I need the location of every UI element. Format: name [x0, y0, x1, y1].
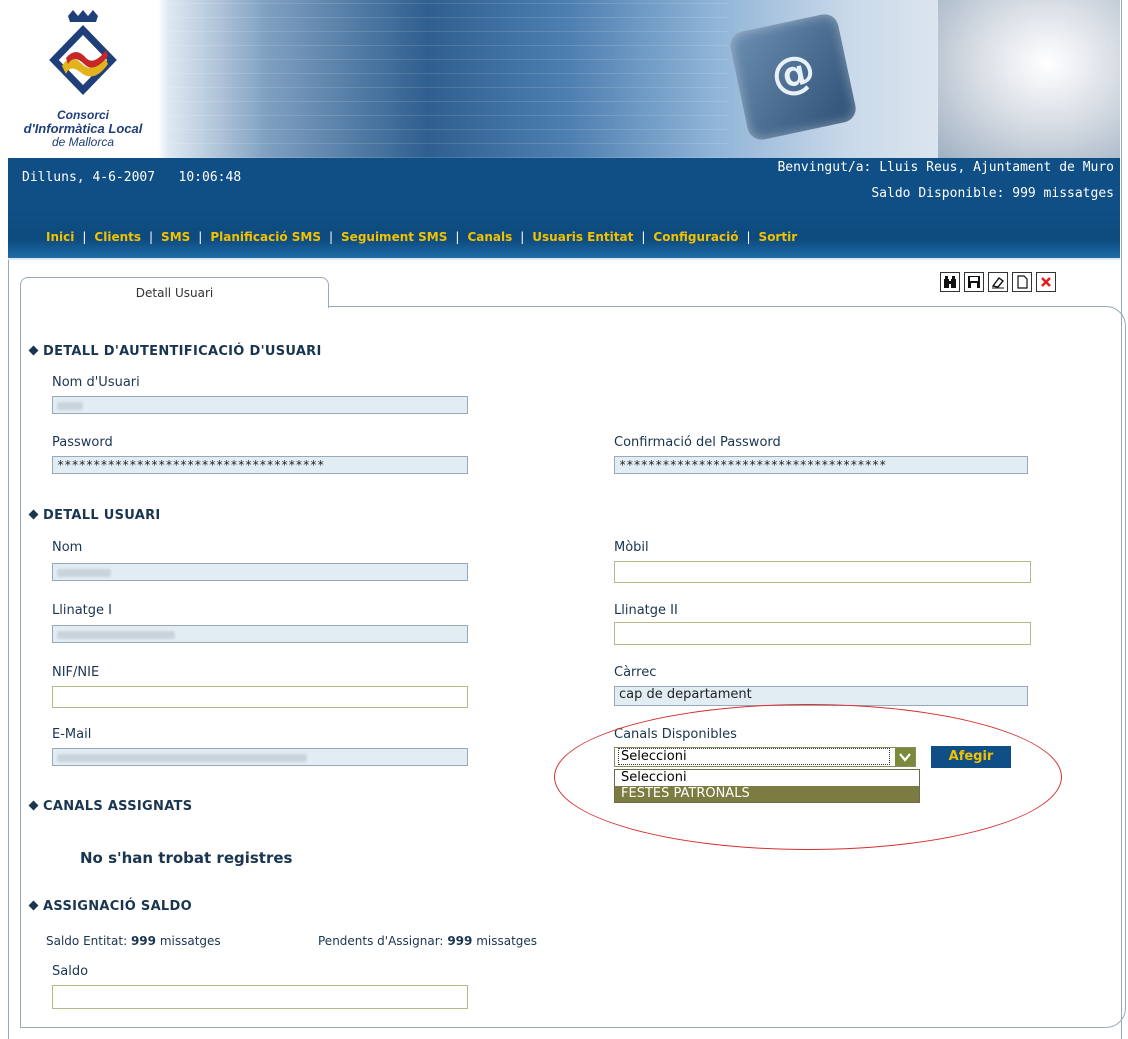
section-auth: DETALL D'AUTENTIFICACIÓ D'USUARI: [28, 344, 322, 359]
delete-icon[interactable]: [1036, 272, 1056, 292]
section-saldo: ASSIGNACIÓ SALDO: [28, 899, 192, 914]
llinatge1-field[interactable]: [52, 625, 468, 643]
pendents-label: Pendents d'Assignar:: [318, 934, 444, 948]
section-assigned: CANALS ASSIGNATS: [28, 799, 193, 814]
saldo-entitat: Saldo Entitat: 999 missatges: [46, 934, 221, 948]
logo-text-1: Consorci: [56, 108, 109, 122]
bullet-icon: [28, 900, 39, 911]
nom-label: Nom: [52, 540, 83, 555]
content-panel: [20, 306, 1126, 1028]
eraser-icon[interactable]: [988, 272, 1008, 292]
carrec-field[interactable]: cap de departament: [614, 686, 1028, 706]
menu-item-sortir[interactable]: Sortir: [759, 230, 798, 244]
highlight-ellipse: [554, 704, 1062, 850]
password-label: Password: [52, 435, 113, 450]
section-user: DETALL USUARI: [28, 508, 161, 523]
menu-separator: |: [82, 230, 87, 244]
banner-map-pattern: [168, 0, 728, 158]
saldo-field[interactable]: [52, 985, 468, 1009]
logo-text-3: de Mallorca: [51, 135, 115, 149]
menu-separator: |: [520, 230, 525, 244]
nif-label: NIF/NIE: [52, 665, 100, 680]
confirm-password-label: Confirmació del Password: [614, 435, 781, 450]
section-user-title: DETALL USUARI: [43, 508, 161, 523]
confirm-password-field[interactable]: *************************************: [614, 456, 1028, 474]
date-time: Dilluns, 4-6-2007 10:06:48: [22, 170, 242, 185]
pendents-unit: missatges: [476, 934, 538, 948]
menu-item-inici[interactable]: Inici: [46, 230, 74, 244]
main-menu: Inici | Clients | SMS | Planificació SMS | Segui…: [46, 230, 797, 244]
llinatge2-field[interactable]: [614, 622, 1031, 645]
menu-separator: |: [746, 230, 751, 244]
menu-item-clients[interactable]: Clients: [94, 230, 141, 244]
menu-item-usuaris-entitat[interactable]: Usuaris Entitat: [532, 230, 633, 244]
saldo-entitat-unit: missatges: [159, 934, 221, 948]
llinatge2-label: Llinatge II: [614, 603, 678, 618]
mobil-label: Mòbil: [614, 540, 649, 555]
username-label: Nom d'Usuari: [52, 375, 140, 390]
menu-item-canals[interactable]: Canals: [467, 230, 512, 244]
pendents-value: 999: [447, 934, 473, 948]
empty-records-message: No s'han trobat registres: [80, 849, 293, 867]
tab-detall-usuari[interactable]: Detall Usuari: [20, 277, 329, 308]
menu-item-seguiment-sms[interactable]: Seguiment SMS: [341, 230, 447, 244]
logo-text-2: d'Informàtica Local: [23, 121, 143, 136]
menu-item-sms[interactable]: SMS: [161, 230, 190, 244]
section-assigned-title: CANALS ASSIGNATS: [43, 799, 193, 814]
menu-separator: |: [149, 230, 154, 244]
binoculars-icon[interactable]: [940, 272, 960, 292]
mobil-field[interactable]: [614, 561, 1031, 583]
menu-item-configuracio[interactable]: Configuració: [653, 230, 738, 244]
menu-item-planificacio-sms[interactable]: Planificació SMS: [210, 230, 321, 244]
saldo-entitat-value: 999: [130, 934, 157, 948]
menu-separator: |: [198, 230, 203, 244]
info-bar: Dilluns, 4-6-2007 10:06:48 Benvingut/a: …: [8, 158, 1120, 210]
menu-separator: |: [641, 230, 646, 244]
email-field[interactable]: [52, 748, 468, 766]
nif-field[interactable]: [52, 686, 468, 708]
menu-separator: |: [455, 230, 460, 244]
bullet-icon: [28, 345, 39, 356]
toolbar: [940, 272, 1056, 292]
main-menu-bar: Inici | Clients | SMS | Planificació SMS | Segui…: [8, 210, 1120, 260]
menu-separator: |: [328, 230, 334, 244]
saldo-label: Saldo: [52, 964, 89, 979]
available-balance: Saldo Disponible: 999 missatges: [871, 186, 1114, 201]
llinatge1-label: Llinatge I: [52, 603, 112, 618]
password-field[interactable]: *************************************: [52, 456, 468, 474]
person-photo: [938, 0, 1120, 158]
section-auth-title: DETALL D'AUTENTIFICACIÓ D'USUARI: [43, 344, 322, 359]
pendents-assignar: Pendents d'Assignar: 999 missatges: [318, 934, 537, 948]
new-document-icon[interactable]: [1012, 272, 1032, 292]
logo[interactable]: Consorci d'Informàtica Local de Mallorca: [8, 0, 158, 158]
bullet-icon: [28, 800, 39, 811]
welcome-text: Benvingut/a: Lluis Reus, Ajuntament de M…: [777, 160, 1114, 175]
saldo-entitat-label: Saldo Entitat:: [46, 934, 128, 948]
username-field[interactable]: [52, 396, 468, 414]
email-label: E-Mail: [52, 727, 92, 742]
at-sign-icon: @: [766, 43, 821, 103]
consorci-emblem-icon: [49, 10, 117, 96]
save-icon[interactable]: [964, 272, 984, 292]
bullet-icon: [28, 509, 39, 520]
section-saldo-title: ASSIGNACIÓ SALDO: [43, 899, 192, 914]
carrec-label: Càrrec: [614, 665, 657, 680]
header-banner: @: [8, 0, 1120, 158]
keyboard-key-image: @: [727, 11, 859, 143]
nom-field[interactable]: [52, 563, 468, 581]
